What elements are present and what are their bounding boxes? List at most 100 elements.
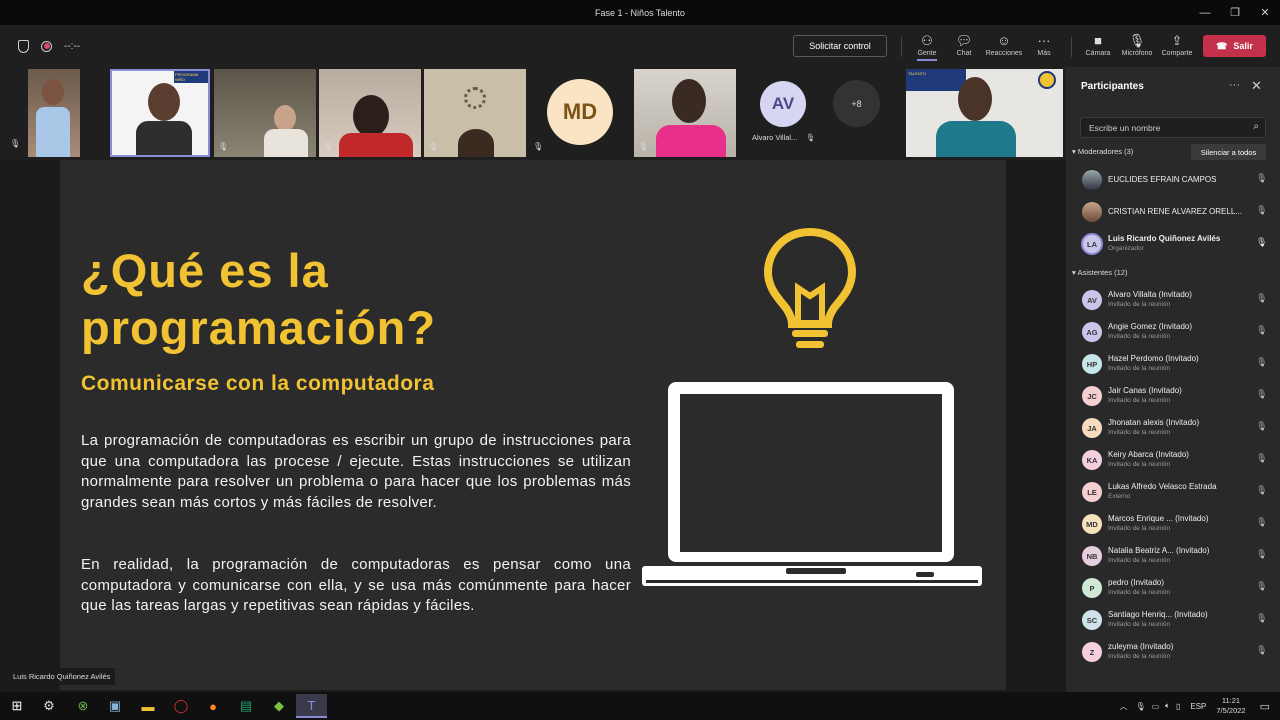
battery-icon[interactable]: ▯	[1176, 702, 1180, 711]
participant-row[interactable]: AG Angie Gomez (Invitado) Invitado de la r…	[1066, 317, 1280, 349]
participant-row[interactable]: EUCLIDES EFRAIN CAMPOS 🎙︎	[1066, 165, 1280, 197]
video-tile[interactable]: 🎙︎	[319, 69, 421, 157]
participant-row[interactable]: NB Natalia Beatriz A... (Invitado) Invitad…	[1066, 541, 1280, 573]
participant-row[interactable]: LE Lukas Alfredo Velasco Estrada Externo 🎙︎	[1066, 477, 1280, 509]
opera-icon[interactable]: ◯	[170, 696, 192, 716]
teams-icon[interactable]: T	[296, 694, 327, 718]
mic-off-icon: 🎙︎	[1256, 549, 1268, 559]
leave-button[interactable]: ☎ Salir	[1203, 35, 1266, 57]
laptop-icon	[642, 382, 982, 586]
avatar: HP	[1082, 354, 1102, 374]
video-tile[interactable]: 🎙︎	[634, 69, 736, 157]
volume-icon[interactable]: 🔈︎	[1165, 701, 1170, 711]
chat-icon: 💬︎	[955, 33, 973, 48]
restore-button[interactable]: ❐	[1220, 0, 1250, 25]
participant-body	[264, 129, 308, 157]
program-banner: PROGRAMA NIÑO	[174, 71, 208, 83]
clock-time: 11:21	[1221, 696, 1241, 705]
video-tile[interactable]	[28, 69, 80, 157]
participant-role: Invitado de la reunión	[1108, 653, 1171, 660]
xbox-icon[interactable]: ⊗	[72, 696, 94, 716]
mic-off-icon: 🎙︎	[1256, 645, 1268, 655]
slide-title-line: programación?	[81, 301, 437, 354]
participant-role: Invitado de la reunión	[1108, 557, 1171, 564]
more-label: Más	[1037, 50, 1051, 57]
mic-off-icon: 🎙︎	[323, 142, 334, 151]
people-button[interactable]: ⚇ Gente	[907, 32, 947, 62]
language-indicator[interactable]: ESP	[1190, 702, 1206, 711]
clock[interactable]: 11:21 7/5/2022	[1216, 696, 1245, 716]
mic-off-icon: 🎙︎	[10, 139, 21, 148]
participant-name: Angie Gomez (Invitado)	[1108, 322, 1193, 331]
video-tile[interactable]: MD 🎙︎	[529, 69, 631, 157]
moderators-section-header[interactable]: ▾ Moderadores (3)	[1072, 147, 1133, 156]
participant-row[interactable]: AV Alvaro Villalta (Invitado) Invitado de …	[1066, 285, 1280, 317]
logo-seal	[1038, 71, 1056, 89]
video-tile[interactable]: 🎙︎	[424, 69, 526, 157]
participant-face	[148, 83, 180, 121]
mute-all-button[interactable]: Silenciar a todos	[1191, 144, 1266, 160]
avatar: JC	[1082, 386, 1102, 406]
participant-role: Invitado de la reunión	[1108, 365, 1171, 372]
video-tile[interactable]: AV Alvaro Villal... 🎙︎	[739, 69, 827, 157]
microphone-button[interactable]: 🎙︎ Micrófono	[1117, 32, 1157, 62]
mic-off-icon: 🎙︎	[638, 142, 649, 151]
more-participants-button[interactable]: +8	[833, 80, 880, 127]
participant-row[interactable]: SC Santiago Henriq... (Invitado) Invitado …	[1066, 605, 1280, 637]
chat-button[interactable]: 💬︎ Chat	[944, 32, 984, 62]
close-window-button[interactable]: ✕	[1250, 0, 1280, 25]
chevron-up-icon[interactable]: ︿	[1119, 701, 1127, 712]
slide-paragraph: La programación de computadoras es escri…	[81, 432, 631, 511]
more-options-icon[interactable]: ···	[1229, 79, 1240, 91]
participant-row[interactable]: HP Hazel Perdomo (Invitado) Invitado de la…	[1066, 349, 1280, 381]
participant-search-input[interactable]: Escribe un nombre ⌕	[1080, 117, 1266, 138]
terminal-icon[interactable]: ▣	[104, 696, 126, 716]
participant-role: Invitado de la reunión	[1108, 301, 1171, 308]
share-button[interactable]: ⇪ Comparte	[1157, 32, 1197, 62]
participant-name: Alvaro Villalta (Invitado)	[1108, 290, 1192, 299]
participant-row[interactable]: Zzuleyma (Invitado) Invitado de la reunió…	[1066, 637, 1280, 669]
mic-off-icon: 🎙︎	[1256, 453, 1268, 463]
firefox-icon[interactable]: ●	[202, 696, 224, 716]
participant-row[interactable]: MD Marcos Enrique ... (Invitado) Invitado …	[1066, 509, 1280, 541]
lightbulb-icon	[763, 227, 857, 348]
more-icon: ···	[1037, 33, 1051, 48]
participant-name: Hazel Perdomo (Invitado)	[1108, 354, 1199, 363]
participant-body	[936, 121, 1016, 157]
excel-icon[interactable]: ▤	[235, 696, 257, 716]
system-tray: ︿ 🎙︎ ▭ 🔈︎ ▯ ESP 11:21 7/5/2022 ▭	[1119, 692, 1280, 720]
active-indicator	[917, 59, 937, 61]
file-explorer-icon[interactable]: ▬	[137, 696, 159, 716]
windows-start-icon[interactable]: ⊞	[6, 696, 28, 716]
android-studio-icon[interactable]: ◆	[268, 696, 290, 716]
video-tile-active-speaker[interactable]: PROGRAMA NIÑO	[110, 69, 210, 157]
avatar: AG	[1082, 322, 1102, 342]
participant-row[interactable]: Ppedro (Invitado) Invitado de la reunión 🎙…	[1066, 573, 1280, 605]
video-tile[interactable]: 🎙︎	[214, 69, 316, 157]
participant-row[interactable]: KA Keiry Abarca (Invitado) Invitado de la …	[1066, 445, 1280, 477]
minimize-button[interactable]: —	[1190, 0, 1220, 25]
participant-row[interactable]: LA Luis Ricardo Quiñonez Avilés Organiza…	[1066, 229, 1280, 261]
network-icon[interactable]: ▭	[1152, 702, 1160, 711]
participant-row[interactable]: CRISTIAN RENE ALVAREZ ORELL... 🎙︎	[1066, 197, 1280, 229]
notifications-icon[interactable]: ▭	[1260, 700, 1270, 713]
participant-row[interactable]: JC Jair Canas (Invitado) Invitado de la re…	[1066, 381, 1280, 413]
participant-row[interactable]: JA Jhonatan alexis (Invitado) Invitado de …	[1066, 413, 1280, 445]
camera-button[interactable]: ■ Cámara	[1078, 32, 1118, 62]
shield-icon	[18, 39, 29, 53]
participant-name: Luis Ricardo Quiñonez Avilés	[1108, 234, 1221, 243]
video-tile[interactable]: TALENTO	[906, 69, 1063, 157]
participant-face	[958, 77, 992, 121]
request-control-button[interactable]: Solicitar control	[793, 35, 887, 57]
mic-off-icon: 🎙︎	[1256, 421, 1268, 431]
close-icon[interactable]: ✕	[1251, 78, 1262, 94]
camera-icon: ■	[1094, 33, 1102, 48]
reactions-button[interactable]: ☺ Reacciones	[984, 32, 1024, 62]
participant-name: Lukas Alfredo Velasco Estrada	[1108, 482, 1217, 491]
mic-off-icon: 🎙︎	[1256, 581, 1268, 591]
presentation-slide: ¿Qué es la programación? Comunicarse con…	[60, 160, 1006, 690]
microphone-tray-icon[interactable]: 🎙︎	[1135, 702, 1145, 711]
settings-gear-icon[interactable]: ⚙	[38, 696, 60, 716]
attendees-section-header[interactable]: ▾ Asistentes (12)	[1072, 268, 1127, 277]
more-button[interactable]: ··· Más	[1024, 32, 1064, 62]
